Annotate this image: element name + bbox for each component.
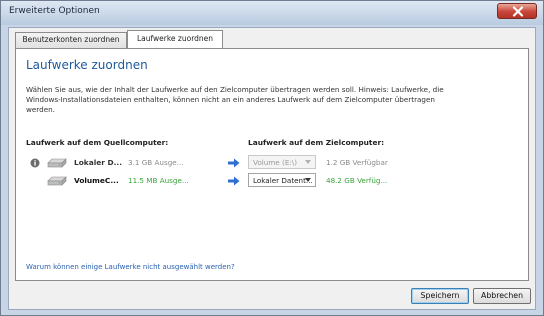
arrow-right-icon [228,176,240,186]
drive-row: VolumeC... 11.5 MB Ausge... Lokaler Date… [16,173,528,189]
drive-row: Lokaler D... 3.1 GB Ausge... Volume (E:\… [16,155,528,171]
tab-drives[interactable]: Laufwerke zuordnen [127,30,223,48]
target-drive-select[interactable]: Volume (E:\) [248,155,316,169]
tab-panel: Laufwerke zuordnen Wählen Sie aus, wie d… [15,48,529,281]
target-drive-select[interactable]: Lokaler Datent... [248,173,316,187]
arrow-right-icon [228,158,240,168]
source-drive-name: VolumeC... [74,176,119,185]
chevron-down-icon [305,178,311,182]
window-title: Erweiterte Optionen [9,6,100,16]
dialog-window: Erweiterte Optionen Benutzerkonten zuord… [0,0,544,316]
description-text: Wählen Sie aus, wie der Inhalt der Laufw… [26,85,444,114]
source-drive-size: 11.5 MB Ausge... [128,176,189,185]
page-title: Laufwerke zuordnen [26,58,148,72]
target-free-space: 48.2 GB Verfüg... [326,176,388,185]
target-column-header: Laufwerk auf dem Zielcomputer: [248,138,385,147]
info-icon[interactable] [30,158,40,168]
dialog-client-area: Benutzerkonten zuordnen Laufwerke zuordn… [8,27,536,310]
tab-user-accounts[interactable]: Benutzerkonten zuordnen [15,32,127,48]
source-drive-name: Lokaler D... [74,158,123,167]
chevron-down-icon [305,160,311,164]
close-icon [512,6,524,17]
source-drive-size: 3.1 GB Ausge... [128,158,184,167]
target-drive-value: Volume (E:\) [253,158,298,167]
source-column-header: Laufwerk auf dem Quellcomputer: [26,138,169,147]
title-bar[interactable]: Erweiterte Optionen [1,1,543,25]
hard-drive-icon [47,158,67,168]
target-drive-value: Lokaler Datent... [253,176,313,185]
cancel-button[interactable]: Abbrechen [473,288,531,304]
target-free-space: 1.2 GB Verfügbar [326,158,388,167]
close-button[interactable] [497,3,537,19]
save-button[interactable]: Speichern [411,288,469,304]
help-link[interactable]: Warum können einige Laufwerke nicht ausg… [26,263,235,271]
hard-drive-icon [47,176,67,186]
